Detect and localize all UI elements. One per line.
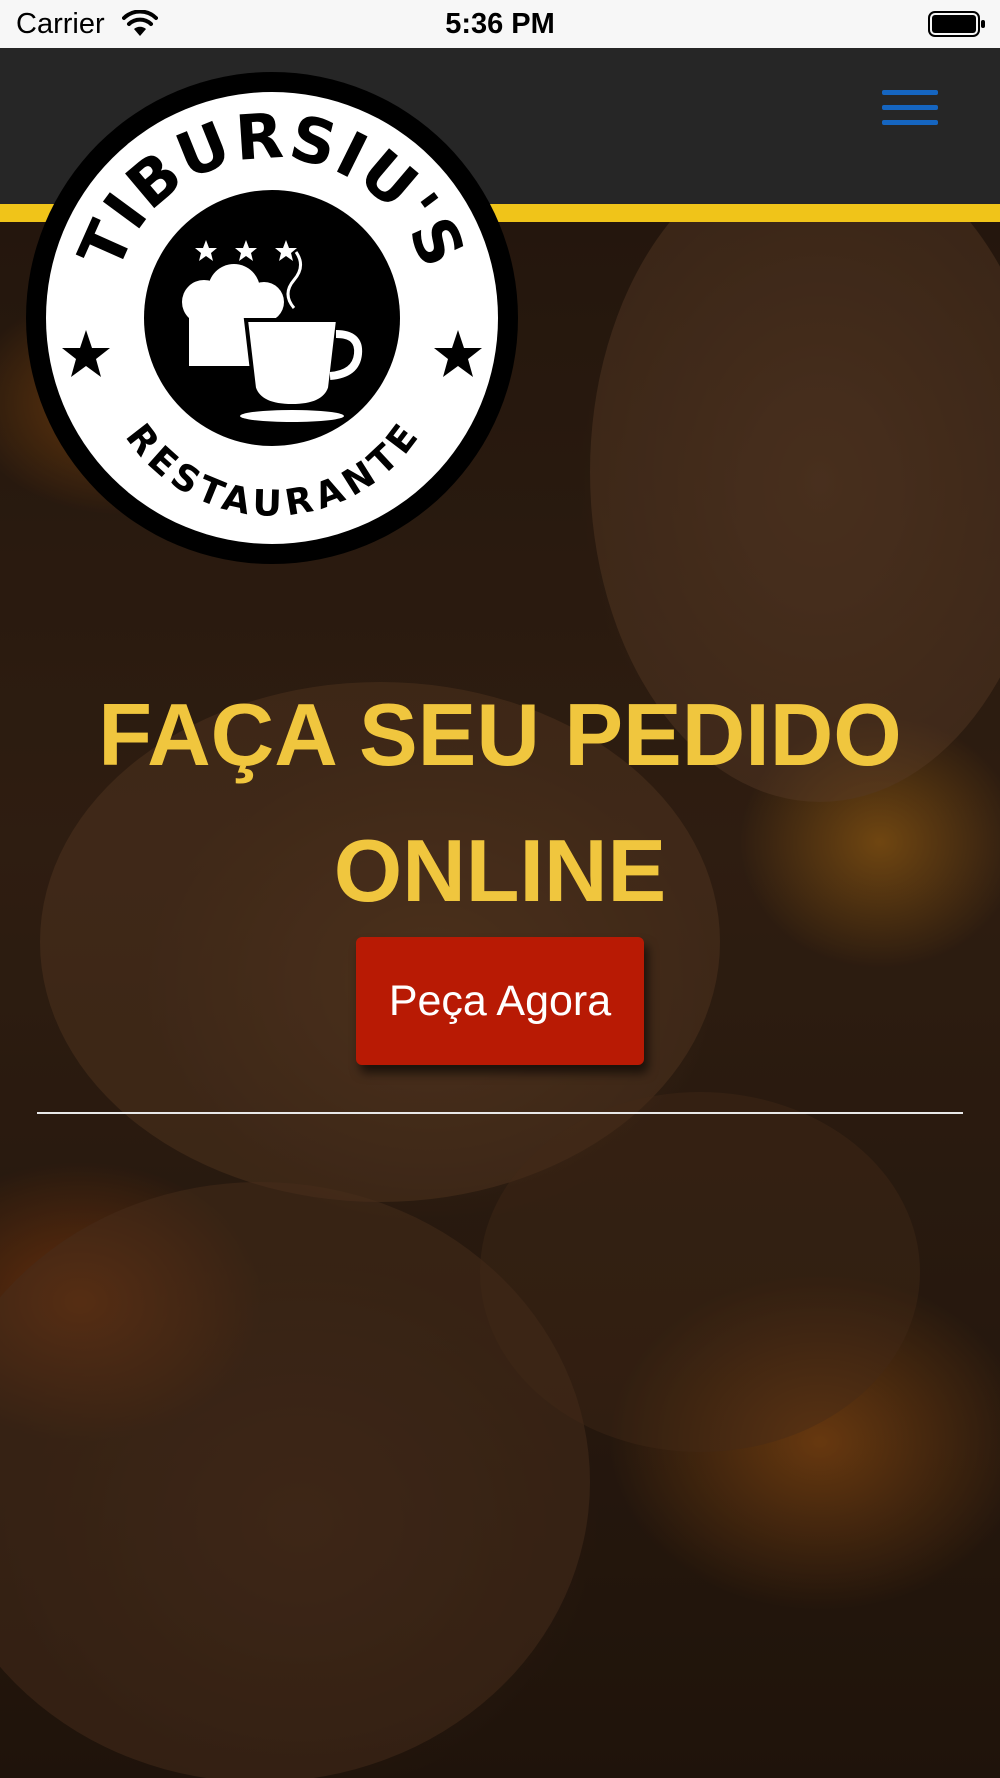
hamburger-menu-icon[interactable] (882, 90, 938, 130)
status-bar: Carrier 5:36 PM (0, 0, 1000, 48)
headline-line-2: ONLINE (333, 821, 667, 920)
headline-line-1: FAÇA SEU PEDIDO (98, 685, 902, 784)
battery-icon (928, 11, 985, 37)
hero-headline: FAÇA SEU PEDIDO ONLINE (0, 667, 1000, 939)
restaurant-logo[interactable]: TIBURSIU'S RESTAURANTE (24, 70, 520, 566)
status-time: 5:36 PM (445, 8, 555, 40)
order-now-button[interactable]: Peça Agora (356, 937, 644, 1065)
hero-divider (37, 1112, 963, 1114)
